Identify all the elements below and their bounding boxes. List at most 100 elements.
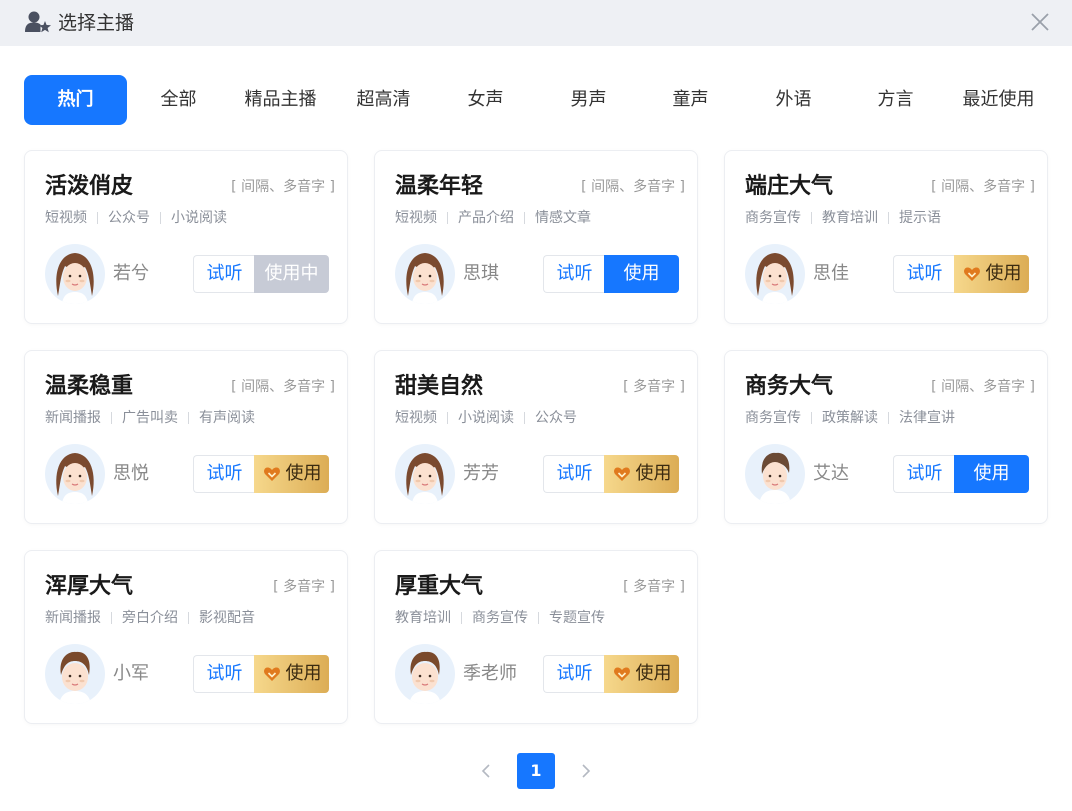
tag-separator <box>97 212 98 224</box>
tab-4[interactable]: 女声 <box>434 75 537 125</box>
scene-tags: 新闻播报 广告叫卖 有声阅读 <box>45 408 255 428</box>
scene-tag: 教育培训 <box>822 210 878 226</box>
listen-button[interactable]: 试听 <box>893 455 955 493</box>
voice-name: 小军 <box>113 663 149 684</box>
vip-heart-icon <box>614 467 630 481</box>
scene-tag: 商务宣传 <box>472 610 528 626</box>
tab-3[interactable]: 超高清 <box>332 75 435 125</box>
use-button[interactable]: 使用 <box>604 655 679 693</box>
voice-card: 活泼俏皮 [ 间隔、多音字 ] 短视频 公众号 小说阅读 若兮 试听 使用中 <box>24 150 348 324</box>
dialog-title: 选择主播 <box>58 12 135 34</box>
tag-separator <box>888 412 889 424</box>
voice-style-title: 浑厚大气 <box>45 574 134 599</box>
scene-tag: 公众号 <box>535 410 577 426</box>
scene-tag: 情感文章 <box>535 210 591 226</box>
male-glasses-avatar <box>45 644 105 704</box>
scene-tag: 影视配音 <box>199 610 255 626</box>
tab-6[interactable]: 童声 <box>639 75 742 125</box>
vip-heart-icon <box>264 667 280 681</box>
tab-7[interactable]: 外语 <box>742 75 845 125</box>
listen-button[interactable]: 试听 <box>543 655 605 693</box>
voice-features: [ 间隔、多音字 ] <box>581 179 685 195</box>
scene-tag: 短视频 <box>395 210 437 226</box>
tab-9[interactable]: 最近使用 <box>947 75 1050 125</box>
female-avatar <box>395 244 455 304</box>
tag-separator <box>524 412 525 424</box>
listen-button[interactable]: 试听 <box>543 455 605 493</box>
use-button[interactable]: 使用 <box>254 455 329 493</box>
voice-features: [ 多音字 ] <box>273 579 335 595</box>
voice-features: [ 间隔、多音字 ] <box>931 179 1035 195</box>
use-button[interactable]: 使用 <box>254 655 329 693</box>
tag-separator <box>888 212 889 224</box>
category-tabs: 热门 全部 精品主播 超高清 女声 男声 童声 外语 方言 最近使用 <box>24 75 1054 125</box>
voice-card: 浑厚大气 [ 多音字 ] 新闻播报 旁白介绍 影视配音小军 试听 使用 <box>24 550 348 724</box>
chevron-right-icon[interactable] <box>578 761 594 781</box>
tab-2[interactable]: 精品主播 <box>229 75 332 125</box>
voice-name: 芳芳 <box>463 463 499 484</box>
tag-separator <box>111 412 112 424</box>
female-avatar <box>395 444 455 504</box>
voice-features: [ 多音字 ] <box>623 579 685 595</box>
tag-separator <box>111 612 112 624</box>
pagination: 1 <box>0 753 1072 789</box>
use-button-label: 使用 <box>635 463 672 484</box>
vip-heart-icon <box>614 667 630 681</box>
voice-features: [ 间隔、多音字 ] <box>231 379 335 395</box>
tag-separator <box>160 212 161 224</box>
scene-tag: 小说阅读 <box>458 410 514 426</box>
use-button[interactable]: 使用 <box>604 455 679 493</box>
voice-features: [ 多音字 ] <box>623 379 685 395</box>
close-icon[interactable] <box>1028 10 1052 34</box>
scene-tag: 新闻播报 <box>45 610 101 626</box>
voice-name: 艾达 <box>813 463 849 484</box>
scene-tag: 商务宣传 <box>745 210 801 226</box>
male-glasses-avatar <box>395 644 455 704</box>
use-button-label: 使用中 <box>264 263 319 284</box>
tab-1[interactable]: 全部 <box>127 75 230 125</box>
voice-style-title: 甜美自然 <box>395 374 484 399</box>
tab-0[interactable]: 热门 <box>24 75 127 125</box>
scene-tag: 商务宣传 <box>745 410 801 426</box>
scene-tag: 有声阅读 <box>199 410 255 426</box>
scene-tag: 公众号 <box>108 210 150 226</box>
voice-name: 若兮 <box>113 263 149 284</box>
scene-tag: 政策解读 <box>822 410 878 426</box>
voice-card: 商务大气 [ 间隔、多音字 ] 商务宣传 政策解读 法律宣讲 艾达 试听 使用 <box>724 350 1048 524</box>
tag-separator <box>447 212 448 224</box>
scene-tags: 商务宣传 政策解读 法律宣讲 <box>745 408 955 428</box>
listen-button[interactable]: 试听 <box>543 255 605 293</box>
use-button[interactable]: 使用 <box>604 255 679 293</box>
scene-tags: 商务宣传 教育培训 提示语 <box>745 208 941 228</box>
use-button[interactable]: 使用中 <box>254 255 329 293</box>
scene-tag: 小说阅读 <box>171 210 227 226</box>
voice-card: 厚重大气 [ 多音字 ] 教育培训 商务宣传 专题宣传 季老师 试听 使用 <box>374 550 698 724</box>
scene-tag: 教育培训 <box>395 610 451 626</box>
female-avatar <box>45 444 105 504</box>
voice-card: 端庄大气 [ 间隔、多音字 ] 商务宣传 教育培训 提示语 思佳 试听 使用 <box>724 150 1048 324</box>
listen-button[interactable]: 试听 <box>193 455 255 493</box>
use-button[interactable]: 使用 <box>954 455 1029 493</box>
page-number-current[interactable]: 1 <box>517 753 555 789</box>
user-star-icon <box>25 11 51 33</box>
use-button-label: 使用 <box>285 663 322 684</box>
listen-button[interactable]: 试听 <box>193 655 255 693</box>
female-avatar <box>745 244 805 304</box>
scene-tags: 新闻播报 旁白介绍 影视配音 <box>45 608 255 628</box>
voice-style-title: 商务大气 <box>745 374 834 399</box>
listen-button[interactable]: 试听 <box>193 255 255 293</box>
scene-tag: 旁白介绍 <box>122 610 178 626</box>
tag-separator <box>538 612 539 624</box>
tab-8[interactable]: 方言 <box>844 75 947 125</box>
tab-5[interactable]: 男声 <box>537 75 640 125</box>
scene-tag: 新闻播报 <box>45 410 101 426</box>
chevron-left-icon[interactable] <box>478 761 494 781</box>
male-avatar <box>745 444 805 504</box>
voice-style-title: 活泼俏皮 <box>45 174 134 199</box>
scene-tags: 短视频 产品介绍 情感文章 <box>395 208 591 228</box>
listen-button[interactable]: 试听 <box>893 255 955 293</box>
voice-features: [ 间隔、多音字 ] <box>931 379 1035 395</box>
use-button[interactable]: 使用 <box>954 255 1029 293</box>
voice-features: [ 间隔、多音字 ] <box>231 179 335 195</box>
scene-tag: 广告叫卖 <box>122 410 178 426</box>
